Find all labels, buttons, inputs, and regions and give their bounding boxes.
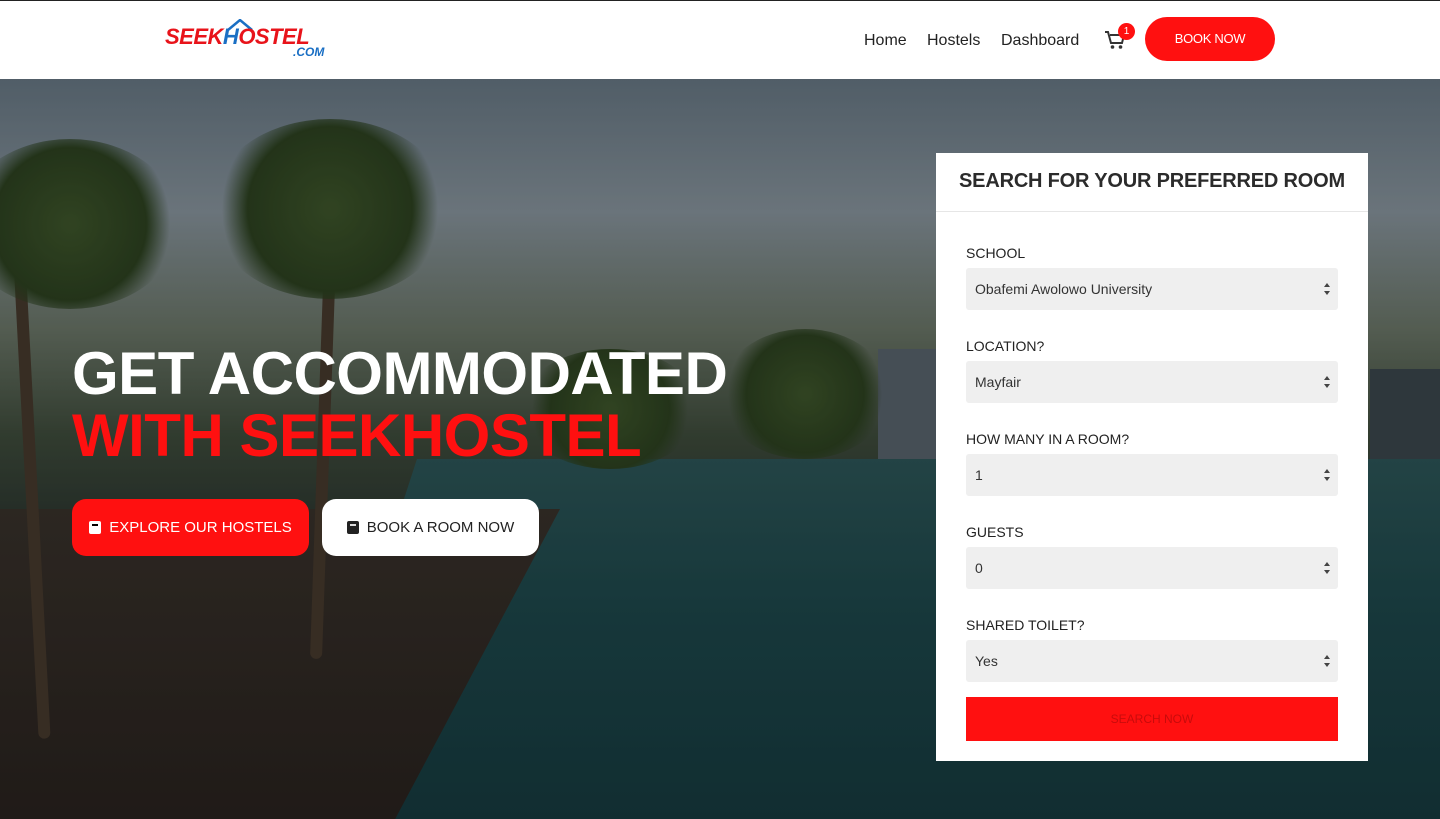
- logo-domain: .COM: [293, 45, 325, 59]
- book-room-now-label: BOOK A ROOM NOW: [366, 519, 515, 536]
- headline-line-2: WITH SEEKHOSTEL: [72, 402, 642, 469]
- room-occupancy-select[interactable]: 1: [966, 454, 1338, 496]
- search-now-button[interactable]: SEARCH NOW: [966, 697, 1338, 741]
- book-now-button[interactable]: BOOK NOW: [1145, 17, 1275, 61]
- logo-wordmark: SEEKHOSTEL: [165, 24, 310, 49]
- site-header: SEEKHOSTEL .COM Home Hostels Dashboard 1…: [0, 0, 1440, 79]
- location-label: LOCATION?: [966, 338, 1045, 354]
- nav-home[interactable]: Home: [864, 30, 907, 52]
- book-icon: [346, 521, 359, 534]
- nav-dashboard[interactable]: Dashboard: [1001, 30, 1079, 52]
- select-arrows-icon: [1324, 469, 1330, 481]
- hero-headline: GET ACCOMMODATED WITH SEEKHOSTEL: [72, 340, 728, 469]
- book-icon: [89, 521, 102, 534]
- guests-label: GUESTS: [966, 524, 1024, 540]
- select-arrows-icon: [1324, 283, 1330, 295]
- headline-line-1: GET ACCOMMODATED: [72, 340, 728, 407]
- select-arrows-icon: [1324, 655, 1330, 667]
- location-select-value: Mayfair: [975, 374, 1021, 390]
- room-occupancy-label: HOW MANY IN A ROOM?: [966, 431, 1130, 447]
- guests-select-value: 0: [975, 560, 983, 576]
- cart-count-badge: 1: [1118, 23, 1135, 40]
- room-occupancy-select-value: 1: [975, 467, 983, 483]
- explore-hostels-label: EXPLORE OUR HOSTELS: [109, 519, 292, 536]
- location-select[interactable]: Mayfair: [966, 361, 1338, 403]
- explore-hostels-button[interactable]: EXPLORE OUR HOSTELS: [72, 499, 309, 556]
- search-panel: SEARCH FOR YOUR PREFERRED ROOM SCHOOL Ob…: [936, 153, 1368, 761]
- book-room-now-button[interactable]: BOOK A ROOM NOW: [322, 499, 539, 556]
- school-select-value: Obafemi Awolowo University: [975, 281, 1153, 297]
- select-arrows-icon: [1324, 562, 1330, 574]
- guests-select[interactable]: 0: [966, 547, 1338, 589]
- nav-hostels[interactable]: Hostels: [927, 30, 980, 52]
- select-arrows-icon: [1324, 376, 1330, 388]
- school-select[interactable]: Obafemi Awolowo University: [966, 268, 1338, 310]
- school-label: SCHOOL: [966, 245, 1026, 261]
- seekhostel-logo[interactable]: SEEKHOSTEL .COM: [165, 19, 335, 63]
- shared-toilet-select-value: Yes: [975, 653, 998, 669]
- search-panel-title: SEARCH FOR YOUR PREFERRED ROOM: [936, 153, 1368, 212]
- shared-toilet-label: SHARED TOILET?: [966, 617, 1085, 633]
- shared-toilet-select[interactable]: Yes: [966, 640, 1338, 682]
